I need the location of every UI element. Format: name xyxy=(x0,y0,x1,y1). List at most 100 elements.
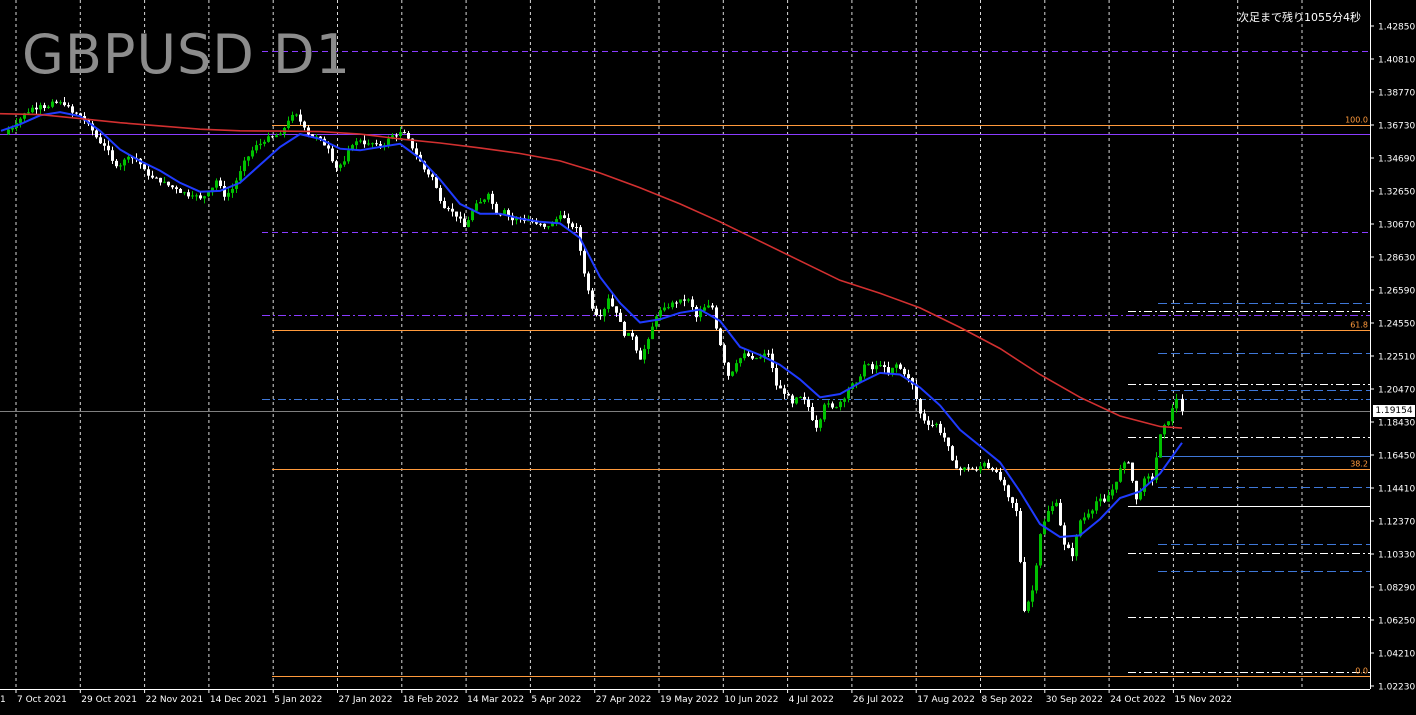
candle-bear xyxy=(587,273,590,291)
candle-bear xyxy=(439,187,442,201)
candle-bull xyxy=(479,201,482,204)
candle-bear xyxy=(927,420,930,425)
y-tick-label: 1.18430 xyxy=(1378,419,1415,429)
axes xyxy=(0,0,1371,690)
candle-bear xyxy=(907,374,910,379)
candle-bull xyxy=(39,105,42,110)
x-tick-label: 29 Oct 2021 xyxy=(81,695,137,705)
candle-bull xyxy=(239,171,242,181)
candle-bull xyxy=(487,193,490,200)
candle-bear xyxy=(447,208,450,210)
candle-bull xyxy=(243,160,246,172)
y-tick-label: 1.28630 xyxy=(1378,254,1415,264)
candle-bull xyxy=(607,298,610,309)
candle-bull xyxy=(467,220,470,227)
candle-bull xyxy=(667,307,670,309)
candle-bear xyxy=(1181,398,1184,412)
candle-bear xyxy=(931,424,934,426)
candle-bear xyxy=(147,169,150,176)
x-tick-label: 17 Aug 2022 xyxy=(917,695,975,705)
candle-bear xyxy=(55,101,58,103)
candle-bear xyxy=(171,185,174,188)
candle-bull xyxy=(291,114,294,121)
tick-labels: 1.42850 1.40810 1.38770 1.36730 1.34690 1.326… xyxy=(0,23,1415,706)
candle-bull xyxy=(1123,462,1126,469)
candle-bear xyxy=(95,130,98,138)
candle-bear xyxy=(299,114,302,122)
symbol-title: GBPUSD D1 xyxy=(22,23,351,86)
candle-bear xyxy=(995,470,998,472)
candle-bull xyxy=(1083,517,1086,521)
y-tick-label: 1.40810 xyxy=(1378,56,1415,66)
candle-bull xyxy=(1119,468,1122,482)
candle-bear xyxy=(871,364,874,370)
candle-bull xyxy=(895,364,898,368)
candle-bear xyxy=(695,306,698,318)
candle-bull xyxy=(755,358,758,360)
candle-bear xyxy=(975,469,978,471)
candle-bear xyxy=(395,135,398,137)
candle-bear xyxy=(459,216,462,219)
y-tick-label: 1.30670 xyxy=(1378,221,1415,231)
candle-bull xyxy=(731,371,734,376)
ma-fast-line xyxy=(0,111,1183,539)
candle-bull xyxy=(123,159,126,166)
candle-bear xyxy=(175,187,178,189)
price-chart[interactable]: 1.42850 1.40810 1.38770 1.36730 1.34690 1.326… xyxy=(0,0,1416,711)
candle-bear xyxy=(575,227,578,229)
candle-bear xyxy=(955,460,958,469)
candle-bear xyxy=(919,399,922,414)
candle-bear xyxy=(903,368,906,375)
candle-bull xyxy=(183,192,186,194)
candle-bear xyxy=(335,161,338,168)
candle-bull xyxy=(195,195,198,197)
candle-bull xyxy=(627,332,630,336)
candle-bear xyxy=(463,218,466,227)
candle-bear xyxy=(807,399,810,408)
candle-bear xyxy=(167,181,170,186)
candle-bear xyxy=(999,471,1002,480)
candle-bear xyxy=(1059,502,1062,526)
candle-bear xyxy=(539,223,542,225)
candle-bear xyxy=(943,432,946,438)
candle-bull xyxy=(867,364,870,366)
candle-bull xyxy=(1115,481,1118,490)
candle-bull xyxy=(699,310,702,318)
candle-bull xyxy=(1159,434,1162,458)
candle-bull xyxy=(7,129,10,135)
y-tick-label: 1.06250 xyxy=(1378,617,1415,627)
candle-bull xyxy=(1039,534,1042,566)
candle-bear xyxy=(115,160,118,167)
fib-label: 100.0 xyxy=(1345,116,1368,125)
y-tick-label: 1.36730 xyxy=(1378,122,1415,132)
candle-bull xyxy=(51,101,54,107)
candle-bull xyxy=(799,396,802,398)
candle-bear xyxy=(599,315,602,317)
candle-bull xyxy=(191,195,194,197)
candle-bear xyxy=(431,174,434,177)
candle-bull xyxy=(843,398,846,402)
chart-window[interactable]: 1.42850 1.40810 1.38770 1.36730 1.34690 1.326… xyxy=(0,0,1416,711)
candle-bear xyxy=(1023,561,1026,611)
candle-bull xyxy=(839,401,842,408)
candle-bull xyxy=(1147,476,1150,479)
candle-bull xyxy=(655,316,658,327)
candle-bear xyxy=(179,188,182,193)
candle-bull xyxy=(343,161,346,165)
candle-bear xyxy=(683,299,686,301)
x-tick-label: 30 Sep 2022 xyxy=(1046,695,1103,705)
candle-bear xyxy=(451,208,454,212)
candle-bull xyxy=(603,308,606,317)
candle-bear xyxy=(455,211,458,217)
candle-bear xyxy=(767,353,770,355)
candle-bear xyxy=(987,462,990,469)
candle-bear xyxy=(711,305,714,308)
x-tick-label: 14 Mar 2022 xyxy=(467,695,524,705)
candle-bull xyxy=(267,136,270,142)
candle-bull xyxy=(1091,510,1094,514)
candle-bear xyxy=(159,177,162,183)
y-tick-label: 1.26590 xyxy=(1378,287,1415,297)
candle-bear xyxy=(959,468,962,471)
candle-bear xyxy=(791,395,794,404)
candle-bear xyxy=(375,143,378,145)
